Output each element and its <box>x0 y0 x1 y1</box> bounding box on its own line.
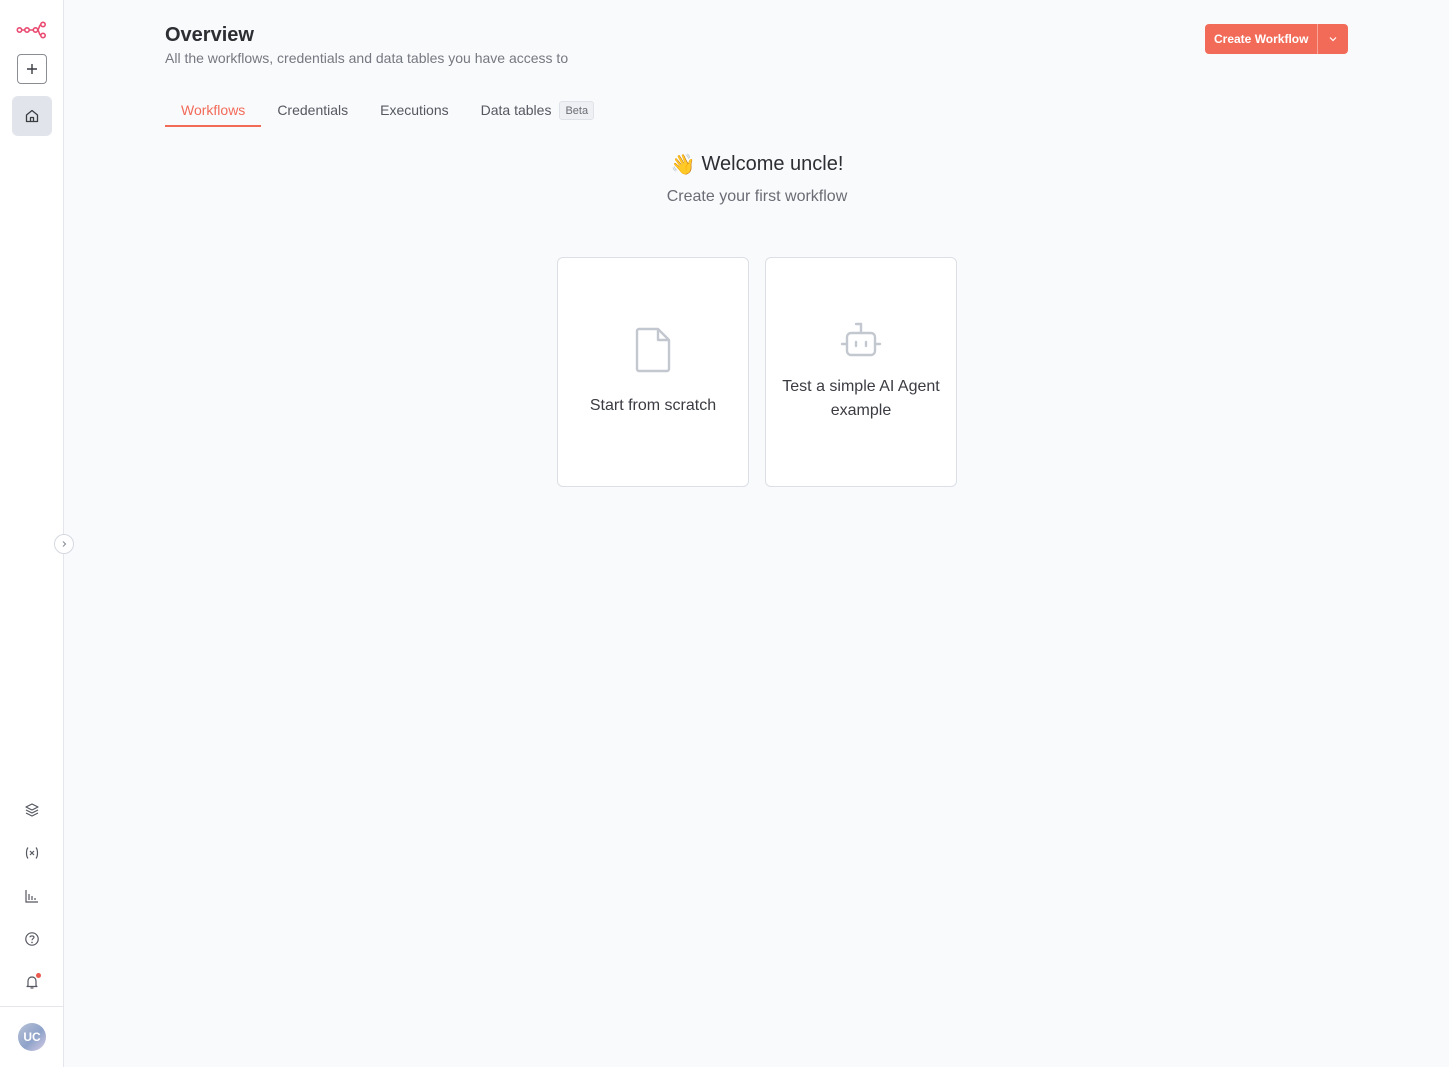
tab-executions[interactable]: Executions <box>364 96 464 127</box>
chevron-down-icon <box>1330 37 1337 42</box>
tab-label: Data tables <box>480 102 552 118</box>
tab-label: Credentials <box>277 102 349 118</box>
ai-agent-example-card[interactable]: Test a simple AI Agent example <box>765 257 957 487</box>
sidebar-collapse-button[interactable] <box>54 534 74 554</box>
start-from-scratch-card[interactable]: Start from scratch <box>557 257 749 487</box>
home-icon <box>25 109 39 123</box>
n8n-logo-icon[interactable] <box>16 20 48 40</box>
page-subtitle: All the workflows, credentials and data … <box>165 50 569 66</box>
sidebar-item-templates[interactable] <box>22 800 42 820</box>
tab-label: Workflows <box>181 102 246 118</box>
plus-icon <box>27 64 37 74</box>
create-workflow-button[interactable]: Create Workflow <box>1205 24 1318 54</box>
file-icon <box>635 327 671 373</box>
page-title: Overview <box>165 24 254 46</box>
robot-icon <box>840 322 882 357</box>
card-label: Start from scratch <box>589 397 717 414</box>
variables-icon <box>25 847 39 859</box>
new-button[interactable] <box>17 54 47 84</box>
sidebar-item-notifications[interactable] <box>22 972 42 992</box>
sidebar-item-help[interactable] <box>22 929 42 949</box>
chevron-right-icon <box>62 541 67 547</box>
insights-icon <box>25 890 38 903</box>
templates-icon <box>25 803 39 817</box>
card-label: Test a simple AI Agent example <box>782 378 940 419</box>
user-avatar[interactable]: UC <box>18 1023 46 1051</box>
wave-emoji-icon: 👋 <box>670 154 696 176</box>
sidebar-item-variables[interactable] <box>22 843 42 863</box>
create-workflow-group: Create Workflow <box>1205 24 1349 54</box>
tab-data-tables[interactable]: Data tables Beta <box>465 96 610 127</box>
welcome-title: Welcome uncle! <box>701 153 844 175</box>
tab-label: Executions <box>380 102 449 118</box>
welcome-heading: 👋 Welcome uncle! <box>0 152 1449 177</box>
sidebar-item-insights[interactable] <box>22 886 42 906</box>
welcome-subtitle: Create your first workflow <box>666 188 848 205</box>
sidebar-divider <box>0 1006 64 1007</box>
overview-tabs: Workflows Credentials Executions Data ta… <box>165 96 610 127</box>
sidebar-item-home[interactable] <box>12 96 52 136</box>
notification-dot <box>36 973 41 978</box>
create-dropdown-button[interactable] <box>1318 24 1349 54</box>
tab-workflows[interactable]: Workflows <box>165 96 262 127</box>
beta-badge: Beta <box>559 101 595 120</box>
help-icon <box>25 932 39 946</box>
tab-credentials[interactable]: Credentials <box>261 96 364 127</box>
